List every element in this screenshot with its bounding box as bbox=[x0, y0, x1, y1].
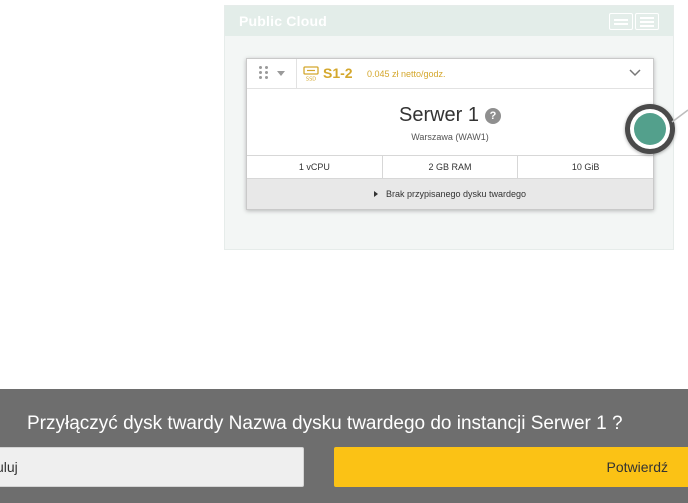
attached-disk-row[interactable]: Brak przypisanego dysku twardego bbox=[247, 179, 653, 209]
chevron-down-icon[interactable] bbox=[629, 68, 641, 78]
svg-text:SSD: SSD bbox=[306, 77, 316, 83]
flavor-name: S1-2 bbox=[323, 65, 353, 81]
confirmation-question: Przyłączyć dysk twardy Nazwa dysku tward… bbox=[27, 413, 623, 434]
server-card[interactable]: SSD S1-2 0.045 zł netto/godz. Serwer 1 ?… bbox=[246, 58, 654, 210]
server-location: Warszawa (WAW1) bbox=[411, 132, 489, 142]
grid-view-icon[interactable] bbox=[635, 13, 659, 30]
disk-connector-handle[interactable] bbox=[625, 104, 675, 154]
connector-dot bbox=[634, 113, 666, 145]
disk-status-text: Brak przypisanego dysku twardego bbox=[385, 189, 527, 199]
ssd-icon: SSD bbox=[303, 66, 319, 83]
panel-header: Public Cloud bbox=[225, 6, 673, 36]
caret-right-icon bbox=[373, 191, 378, 197]
drag-handle-icon bbox=[259, 66, 269, 80]
server-name-row: Serwer 1 ? bbox=[247, 104, 653, 127]
spec-cpu: 1 vCPU bbox=[247, 156, 383, 178]
panel-title: Public Cloud bbox=[239, 13, 327, 29]
specs-row: 1 vCPU 2 GB RAM 10 GiB bbox=[247, 155, 653, 179]
confirm-button[interactable]: Potwierdź bbox=[334, 447, 688, 487]
spec-storage: 10 GiB bbox=[571, 162, 600, 172]
server-name[interactable]: Serwer 1 bbox=[399, 104, 479, 127]
list-view-icon[interactable] bbox=[609, 13, 633, 30]
dropdown-caret-icon[interactable] bbox=[277, 71, 285, 76]
confirmation-bar: Przyłączyć dysk twardy Nazwa dysku tward… bbox=[0, 389, 688, 503]
public-cloud-panel: Public Cloud SSD S1-2 0.045 zł netto/god… bbox=[224, 5, 674, 250]
drag-handle[interactable] bbox=[247, 59, 297, 88]
help-icon[interactable]: ? bbox=[485, 107, 502, 124]
connector-line bbox=[671, 109, 688, 123]
hourly-price: 0.045 zł netto/godz. bbox=[367, 69, 446, 79]
spec-ram: 2 GB RAM bbox=[383, 156, 519, 178]
cancel-button[interactable]: uluj bbox=[0, 447, 304, 487]
card-toolbar: SSD S1-2 0.045 zł netto/godz. bbox=[247, 59, 653, 89]
